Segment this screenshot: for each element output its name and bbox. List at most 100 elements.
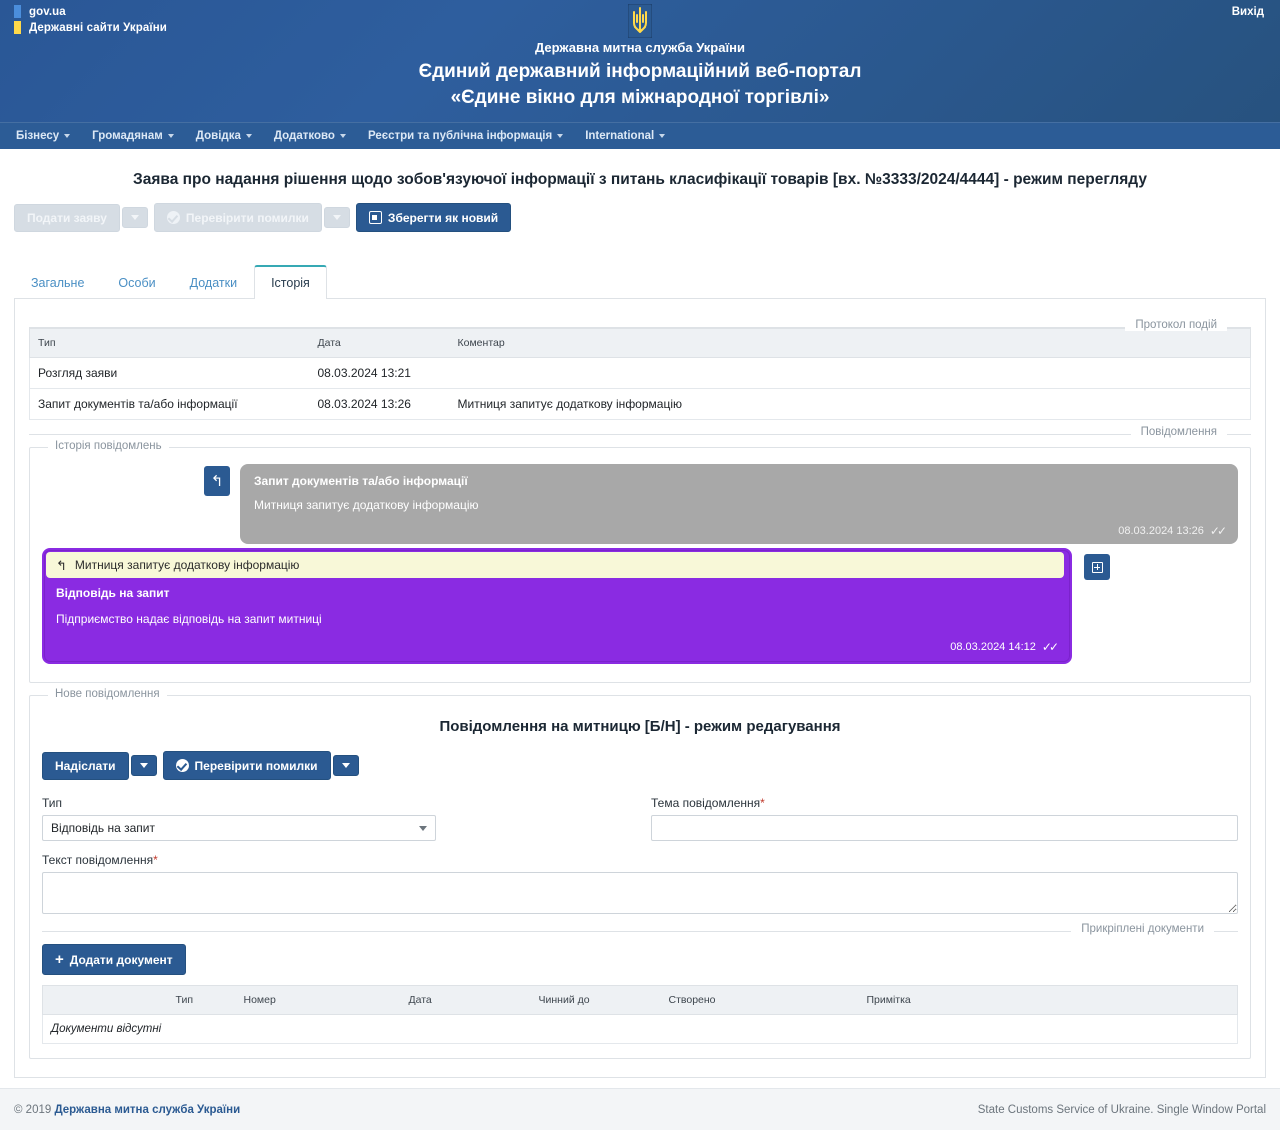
check-errors-button[interactable]: Перевірити помилки bbox=[153, 203, 322, 232]
add-document-label: Додати документ bbox=[69, 952, 173, 967]
nav-item-registries[interactable]: Реєстри та публічна інформація bbox=[357, 130, 574, 142]
message-text-textarea[interactable] bbox=[42, 872, 1238, 914]
add-document-icon bbox=[1091, 561, 1103, 573]
incoming-message-time: 08.03.2024 13:26 bbox=[1118, 525, 1204, 537]
site-header: gov.ua Державні сайти України Вихід Держ… bbox=[0, 0, 1280, 122]
chevron-down-icon bbox=[245, 134, 252, 138]
quoted-message-text: Митниця запитує додаткову інформацію bbox=[74, 558, 300, 572]
page-body: Заява про надання рішення щодо зобов'язу… bbox=[0, 149, 1280, 1078]
table-row[interactable]: Розгляд заяви 08.03.2024 13:21 bbox=[29, 357, 1251, 389]
check-errors-label: Перевірити помилки bbox=[185, 210, 309, 225]
message-history-legend: Історія повідомлень bbox=[48, 440, 169, 452]
nav-item-international[interactable]: International bbox=[574, 130, 676, 142]
double-check-icon: ✓✓ bbox=[1209, 524, 1227, 538]
logout-link[interactable]: Вихід bbox=[1232, 6, 1264, 18]
nav-label-international: International bbox=[585, 130, 655, 142]
portal-title-line2: «Єдине вікно для міжнародної торгівлі» bbox=[450, 87, 830, 108]
documents-col-note: Примітка bbox=[858, 985, 1187, 1015]
send-message-button[interactable]: Надіслати bbox=[42, 751, 129, 780]
nav-item-business[interactable]: Бізнесу bbox=[12, 130, 81, 142]
message-check-errors-dropdown-button[interactable] bbox=[332, 755, 359, 776]
plus-icon: + bbox=[55, 951, 64, 968]
attached-documents-legend: Прикріплені документи bbox=[1071, 923, 1214, 935]
check-circle-icon bbox=[175, 759, 189, 772]
message-subject-label-text: Тема повідомлення bbox=[651, 796, 761, 810]
message-subject-input[interactable] bbox=[651, 815, 1238, 841]
tab-history[interactable]: Історія bbox=[254, 265, 327, 299]
portal-title-block: Державна митна служба України Єдиний дер… bbox=[0, 40, 1280, 109]
double-check-icon: ✓✓ bbox=[1041, 640, 1059, 654]
nav-label-additional: Додатково bbox=[273, 130, 335, 142]
events-header-row: Тип Дата Коментар bbox=[29, 328, 1251, 358]
outgoing-message-bubble: ↰ Митниця запитує додаткову інформацію В… bbox=[42, 548, 1072, 664]
message-subject-field-group: Тема повідомлення* bbox=[651, 796, 1238, 841]
footer-right-text: State Customs Service of Ukraine. Single… bbox=[977, 1103, 1266, 1116]
documents-table: Тип Номер Дата Чинний до Створено Приміт… bbox=[42, 985, 1238, 1044]
tab-persons[interactable]: Особи bbox=[101, 266, 172, 299]
table-row[interactable]: Запит документів та/або інформації 08.03… bbox=[29, 388, 1251, 420]
message-history-box: Історія повідомлень ↰ Запит документів т… bbox=[29, 440, 1251, 683]
message-type-select[interactable] bbox=[42, 815, 436, 841]
chevron-down-icon bbox=[130, 215, 139, 220]
ukraine-trident-emblem-icon bbox=[628, 4, 652, 38]
footer-copyright-link[interactable]: Державна митна служба України bbox=[54, 1104, 240, 1116]
add-document-button[interactable]: + Додати документ bbox=[42, 944, 186, 975]
reply-arrow-icon: ↰ bbox=[56, 557, 67, 573]
submit-application-dropdown-button[interactable] bbox=[121, 207, 148, 228]
nav-label-registries: Реєстри та публічна інформація bbox=[367, 130, 553, 142]
submit-application-button[interactable]: Подати заяву bbox=[14, 203, 120, 232]
message-type-select-wrapper[interactable] bbox=[42, 815, 436, 841]
nav-item-additional[interactable]: Додатково bbox=[263, 130, 357, 142]
reply-button[interactable]: ↰ bbox=[204, 466, 230, 496]
footer-copyright-prefix: © 2019 bbox=[14, 1103, 55, 1116]
incoming-message-title: Запит документів та/або інформації bbox=[254, 474, 468, 488]
event-comment: Митниця запитує додаткову інформацію bbox=[449, 388, 1251, 420]
gov-ua-block[interactable]: gov.ua Державні сайти України bbox=[14, 5, 167, 34]
message-type-label: Тип bbox=[42, 796, 63, 810]
documents-col-date: Дата bbox=[400, 985, 531, 1015]
events-table: Тип Дата Коментар Розгляд заяви 08.03.20… bbox=[29, 328, 1251, 420]
tab-attachments[interactable]: Додатки bbox=[173, 266, 254, 299]
tab-bar: Загальне Особи Додатки Історія bbox=[14, 240, 1266, 299]
main-navigation: Бізнесу Громадянам Довідка Додатково Реє… bbox=[0, 122, 1280, 149]
send-message-dropdown-button[interactable] bbox=[130, 755, 157, 776]
chevron-down-icon bbox=[139, 763, 148, 768]
chevron-down-icon bbox=[659, 134, 666, 138]
incoming-message-meta: 08.03.2024 13:26 ✓✓ bbox=[254, 524, 1227, 538]
check-errors-dropdown-button[interactable] bbox=[323, 207, 350, 228]
events-section: Протокол подій Тип Дата Коментар Розгляд… bbox=[29, 319, 1251, 420]
documents-col-valid-until: Чинний до bbox=[530, 985, 661, 1015]
attach-document-icon-button[interactable] bbox=[1084, 554, 1110, 580]
gov-sites-label: Державні сайти України bbox=[29, 21, 167, 34]
event-type: Запит документів та/або інформації bbox=[29, 388, 310, 420]
chat-area: ↰ Запит документів та/або інформації Мит… bbox=[42, 458, 1238, 668]
site-footer: © 2019 Державна митна служба України Sta… bbox=[0, 1088, 1280, 1130]
nav-item-citizens[interactable]: Громадянам bbox=[81, 130, 185, 142]
main-toolbar: Подати заяву Перевірити помилки Зберегти… bbox=[14, 203, 1266, 240]
documents-col-number: Номер bbox=[235, 985, 401, 1015]
new-message-heading: Повідомлення на митницю [Б/Н] - режим ре… bbox=[439, 718, 841, 735]
gov-sites-row: Державні сайти України bbox=[14, 21, 167, 34]
flag-blue-bar-icon bbox=[14, 5, 21, 18]
events-table-body: Розгляд заяви 08.03.2024 13:21 Запит док… bbox=[29, 357, 1251, 420]
new-message-toolbar: Надіслати Перевірити помилки bbox=[42, 751, 1238, 796]
event-comment bbox=[449, 357, 1251, 389]
tab-general[interactable]: Загальне bbox=[14, 266, 101, 299]
organization-name: Державна митна служба України bbox=[535, 40, 745, 55]
gov-ua-label: gov.ua bbox=[29, 5, 66, 18]
event-date: 08.03.2024 13:21 bbox=[309, 357, 450, 389]
new-message-box: Нове повідомлення Повідомлення на митниц… bbox=[29, 688, 1251, 1059]
outgoing-message-title: Відповідь на запит bbox=[56, 586, 170, 600]
gov-ua-row: gov.ua bbox=[14, 5, 167, 18]
attached-documents-section: Прикріплені документи + Додати документ bbox=[42, 923, 1238, 1044]
nav-item-help[interactable]: Довідка bbox=[185, 130, 263, 142]
message-text-field-group: Текст повідомлення* bbox=[42, 841, 1238, 917]
required-marker: * bbox=[153, 853, 158, 867]
message-check-errors-button[interactable]: Перевірити помилки bbox=[162, 751, 331, 780]
outgoing-message-time: 08.03.2024 14:12 bbox=[950, 641, 1036, 653]
outgoing-message-row: ↰ Митниця запитує додаткову інформацію В… bbox=[42, 548, 1238, 664]
documents-col-created: Створено bbox=[660, 985, 859, 1015]
outgoing-message-meta: 08.03.2024 14:12 ✓✓ bbox=[44, 640, 1070, 656]
save-as-new-button[interactable]: Зберегти як новий bbox=[355, 203, 512, 232]
required-marker: * bbox=[760, 796, 765, 810]
